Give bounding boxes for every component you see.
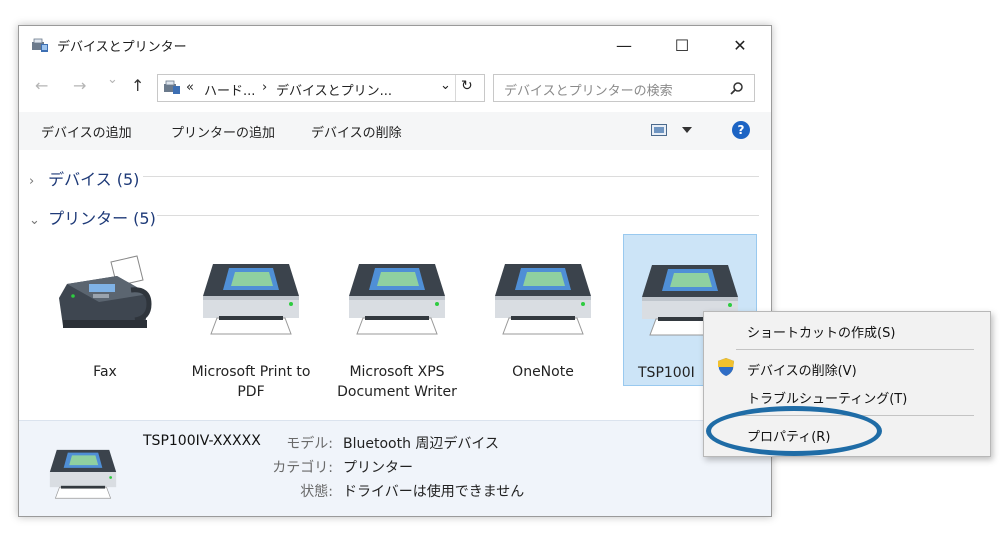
menu-item-create-shortcut[interactable]: ショートカットの作成(S) xyxy=(747,322,895,341)
uac-shield-icon xyxy=(718,358,734,376)
printer-item-onenote[interactable]: OneNote xyxy=(477,234,609,384)
address-row: ← → ⌄ ↑ « ハード... › デバイスとプリン... ⌄ ↻ デバイスと… xyxy=(19,70,771,106)
details-pane: TSP100IV-XXXXX モデル: Bluetooth 周辺デバイス カテゴ… xyxy=(19,420,771,516)
printer-label-onenote: OneNote xyxy=(512,364,574,380)
breadcrumb-devices-printers[interactable]: デバイスとプリン... xyxy=(276,80,392,99)
details-category-value: プリンター xyxy=(343,460,413,476)
refresh-button[interactable]: ↻ xyxy=(461,78,473,94)
collapsed-chevron-icon: › xyxy=(29,174,35,189)
printers-group-label: プリンター (5) xyxy=(48,209,156,228)
details-model-value: Bluetooth 周辺デバイス xyxy=(343,436,499,452)
forward-button[interactable]: → xyxy=(73,76,86,95)
minimize-button[interactable]: — xyxy=(595,26,653,64)
selected-printer-icon xyxy=(49,449,117,499)
view-options-chevron-icon[interactable] xyxy=(682,127,692,133)
devices-and-printers-window: デバイスとプリンター — ☐ ✕ ← → ⌄ ↑ « ハード... › デバイス… xyxy=(18,25,772,517)
close-button[interactable]: ✕ xyxy=(711,26,769,64)
menu-item-remove-device[interactable]: デバイスの削除(V) xyxy=(747,360,857,379)
details-category-key: カテゴリ: xyxy=(272,460,333,476)
recent-locations-button[interactable]: ⌄ xyxy=(107,72,118,87)
command-bar: デバイスの追加 プリンターの追加 デバイスの削除 ? xyxy=(19,112,771,150)
search-box[interactable]: デバイスとプリンターの検索 xyxy=(493,74,755,102)
devices-group-header[interactable]: › デバイス (5) xyxy=(29,166,139,190)
help-button[interactable]: ? xyxy=(732,121,750,139)
menu-item-troubleshoot[interactable]: トラブルシューティング(T) xyxy=(747,388,907,407)
add-device-button[interactable]: デバイスの追加 xyxy=(41,122,132,141)
search-icon[interactable] xyxy=(730,81,744,95)
devices-group-label: デバイス (5) xyxy=(48,170,140,189)
printer-icon xyxy=(203,264,299,335)
devices-printers-app-icon xyxy=(32,38,48,52)
title-bar: デバイスとプリンター — ☐ ✕ xyxy=(19,26,771,64)
printer-item-microsoft-print-to-pdf[interactable]: Microsoft Print to PDF xyxy=(185,234,317,400)
expanded-chevron-icon: ⌄ xyxy=(29,213,40,228)
back-button[interactable]: ← xyxy=(35,76,48,95)
details-status-key: 状態: xyxy=(300,484,333,500)
properties-highlight-oval xyxy=(706,406,882,456)
fax-icon xyxy=(59,255,152,328)
devices-group-divider xyxy=(143,176,759,177)
details-status-value: ドライバーは使用できません xyxy=(343,484,525,500)
remove-device-button[interactable]: デバイスの削除 xyxy=(311,122,402,141)
devices-printers-location-icon xyxy=(164,80,180,94)
breadcrumb-separator: › xyxy=(262,80,268,95)
add-printer-button[interactable]: プリンターの追加 xyxy=(171,122,275,141)
printer-label-microsoft-xps-document-writer: Microsoft XPS Document Writer xyxy=(337,364,457,400)
address-bar[interactable]: « ハード... › デバイスとプリン... ⌄ ↻ xyxy=(157,74,485,102)
printers-group-divider xyxy=(157,215,759,216)
printer-icon xyxy=(349,264,445,335)
details-device-name: TSP100IV-XXXXX xyxy=(143,433,261,449)
address-dropdown-button[interactable]: ⌄ xyxy=(440,78,451,93)
up-button[interactable]: ↑ xyxy=(131,76,144,95)
printers-group-header[interactable]: ⌄ プリンター (5) xyxy=(29,205,156,229)
address-divider xyxy=(455,75,456,101)
printer-item-microsoft-xps-document-writer[interactable]: Microsoft XPS Document Writer xyxy=(331,234,463,400)
printer-label-fax: Fax xyxy=(93,364,117,380)
window-title: デバイスとプリンター xyxy=(57,40,187,55)
details-model-key: モデル: xyxy=(286,436,333,452)
breadcrumb-overflow[interactable]: « xyxy=(186,80,194,95)
menu-separator xyxy=(736,349,974,350)
printer-item-fax[interactable]: Fax xyxy=(39,234,171,384)
printer-icon xyxy=(495,264,591,335)
change-view-icon[interactable] xyxy=(651,124,667,136)
maximize-button[interactable]: ☐ xyxy=(653,26,711,64)
printer-label-microsoft-print-to-pdf: Microsoft Print to PDF xyxy=(191,364,311,400)
search-placeholder: デバイスとプリンターの検索 xyxy=(504,84,673,99)
breadcrumb-hardware[interactable]: ハード... xyxy=(204,80,255,99)
